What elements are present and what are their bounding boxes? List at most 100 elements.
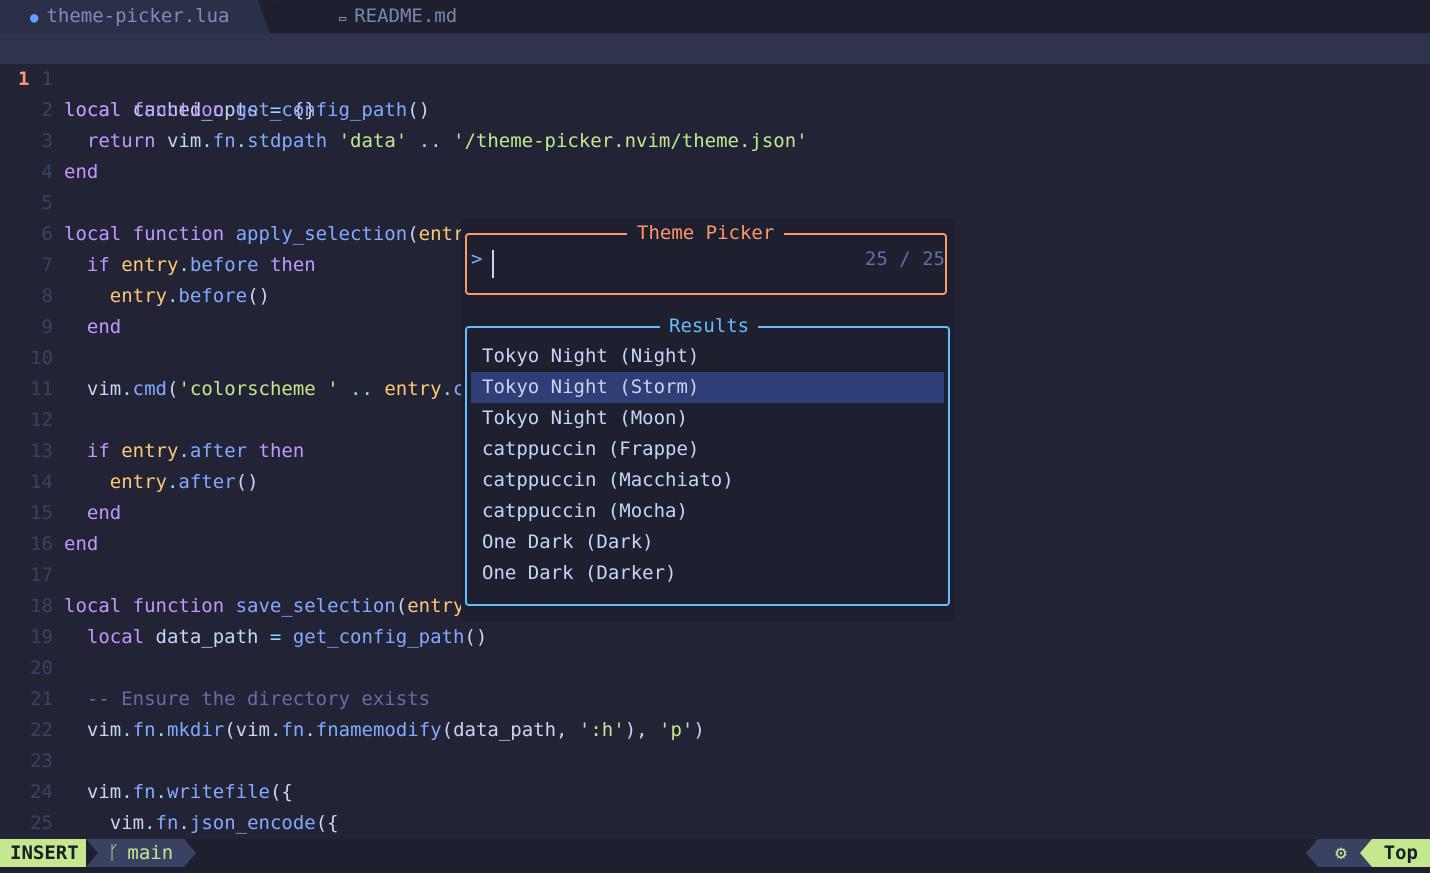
result-label: One Dark (Dark) bbox=[482, 531, 654, 553]
token: local bbox=[86, 626, 156, 648]
code-text: entry.before() bbox=[64, 281, 270, 312]
current-line[interactable]: 1 local cached_opts = {} bbox=[0, 33, 1430, 121]
code-line-22[interactable]: 22 vim.fn.mkdir(vim.fn.fnamemodify(data_… bbox=[0, 715, 1430, 746]
result-item[interactable]: Tokyo Night (Moon) bbox=[471, 403, 944, 434]
line-number: 17 bbox=[30, 564, 53, 586]
token: ':h' bbox=[578, 719, 625, 741]
token: () bbox=[464, 626, 488, 648]
token: entry bbox=[121, 254, 179, 276]
result-item[interactable]: Tokyo Night (Storm) bbox=[471, 372, 944, 403]
token: . bbox=[178, 254, 190, 276]
token: vim bbox=[235, 719, 270, 741]
result-label: One Dark (Darker) bbox=[482, 562, 677, 584]
result-item[interactable]: catppuccin (Frappe) bbox=[471, 434, 944, 465]
token: end bbox=[64, 161, 99, 183]
line-number: 3 bbox=[41, 130, 53, 152]
token: , bbox=[556, 719, 579, 741]
code-text: if entry.after then bbox=[64, 436, 304, 467]
token: ( bbox=[407, 223, 419, 245]
token: . bbox=[269, 719, 282, 741]
line-number: 23 bbox=[30, 750, 53, 772]
code-line-25[interactable]: 25 vim.fn.json_encode({ bbox=[0, 808, 1430, 839]
token: get_config_path bbox=[292, 626, 465, 648]
tabline: ● theme-picker.lua ▭ README.md bbox=[0, 0, 1430, 33]
token: stdpath bbox=[247, 130, 339, 152]
result-item[interactable]: One Dark (Dark) bbox=[471, 527, 944, 558]
line-number: 18 bbox=[30, 595, 53, 617]
tab-label: README.md bbox=[354, 5, 458, 27]
token: before bbox=[178, 285, 248, 307]
result-item[interactable]: One Dark (Darker) bbox=[471, 558, 944, 589]
code-line-23[interactable]: 23 bbox=[0, 746, 1430, 777]
code-line-2[interactable]: 2 local function get_config_path() bbox=[0, 95, 1430, 126]
token: .. bbox=[338, 378, 385, 400]
code-line-20[interactable]: 20 bbox=[0, 653, 1430, 684]
token: . bbox=[178, 812, 190, 834]
code-line-24[interactable]: 24 vim.fn.writefile({ bbox=[0, 777, 1430, 808]
git-branch-icon: ᚴ bbox=[108, 842, 120, 864]
line-number: 21 bbox=[30, 688, 53, 710]
code-text: local data_path = get_config_path() bbox=[64, 622, 487, 653]
line-number: 11 bbox=[30, 378, 53, 400]
line-number: 5 bbox=[41, 192, 53, 214]
token: after bbox=[189, 440, 259, 462]
token: before bbox=[189, 254, 270, 276]
code-text: vim.fn.mkdir(vim.fn.fnamemodify(data_pat… bbox=[64, 715, 705, 746]
line-number: 1 bbox=[41, 68, 53, 90]
result-label: catppuccin (Frappe) bbox=[482, 438, 700, 460]
token: function bbox=[132, 595, 236, 617]
token: ({ bbox=[315, 812, 339, 834]
code-line-21[interactable]: 21 -- Ensure the directory exists bbox=[0, 684, 1430, 715]
lua-icon: ● bbox=[30, 10, 39, 26]
result-item[interactable]: Tokyo Night (Night) bbox=[471, 341, 944, 372]
code-line-5[interactable]: 5 bbox=[0, 188, 1430, 219]
code-line-4[interactable]: 4 end bbox=[0, 157, 1430, 188]
token: ( bbox=[395, 595, 408, 617]
result-item[interactable]: catppuccin (Mocha) bbox=[471, 496, 944, 527]
token: mkdir bbox=[167, 719, 225, 741]
token: ({ bbox=[269, 781, 293, 803]
token: then bbox=[269, 254, 316, 276]
line-number: 10 bbox=[30, 347, 53, 369]
token: . bbox=[441, 378, 454, 400]
token: data_path bbox=[453, 719, 557, 741]
result-label: catppuccin (Mocha) bbox=[482, 500, 688, 522]
token: function bbox=[132, 223, 236, 245]
code-text: end bbox=[64, 529, 98, 560]
code-text: vim.fn.writefile({ bbox=[64, 777, 293, 808]
token: . bbox=[178, 440, 190, 462]
result-label: Tokyo Night (Moon) bbox=[482, 407, 688, 429]
token: fn bbox=[212, 130, 236, 152]
token: .. bbox=[407, 130, 454, 152]
line-number: 7 bbox=[41, 254, 53, 276]
token: () bbox=[407, 99, 431, 121]
git-branch[interactable]: ᚴ main bbox=[86, 839, 196, 867]
token: local bbox=[64, 595, 133, 617]
token: . bbox=[166, 285, 179, 307]
token: end bbox=[64, 533, 99, 555]
code-line-19[interactable]: 19 local data_path = get_config_path() bbox=[0, 622, 1430, 653]
token: ), bbox=[624, 719, 660, 741]
token: () bbox=[247, 285, 270, 307]
tab-theme-picker-lua[interactable]: ● theme-picker.lua bbox=[0, 0, 270, 33]
token: 'data' bbox=[338, 130, 408, 152]
result-item[interactable]: catppuccin (Macchiato) bbox=[471, 465, 944, 496]
token: '/theme-picker.nvim/theme.json' bbox=[453, 130, 808, 152]
line-number: 14 bbox=[30, 471, 53, 493]
token: entry bbox=[109, 471, 167, 493]
token: local bbox=[64, 99, 133, 121]
code-line-1[interactable]: 1 bbox=[0, 64, 1430, 95]
token: end bbox=[86, 316, 122, 338]
token: vim bbox=[64, 812, 145, 834]
tab-readme-md[interactable]: ▭ README.md bbox=[278, 0, 523, 33]
prompt-input-cursor[interactable] bbox=[492, 250, 494, 278]
token: . bbox=[121, 719, 133, 741]
code-text: local function save_selection(entry) bbox=[64, 591, 476, 622]
token: apply_selection bbox=[235, 223, 408, 245]
code-line-3[interactable]: 3 return vim.fn.stdpath 'data' .. '/them… bbox=[0, 126, 1430, 157]
line-number: 6 bbox=[41, 223, 53, 245]
